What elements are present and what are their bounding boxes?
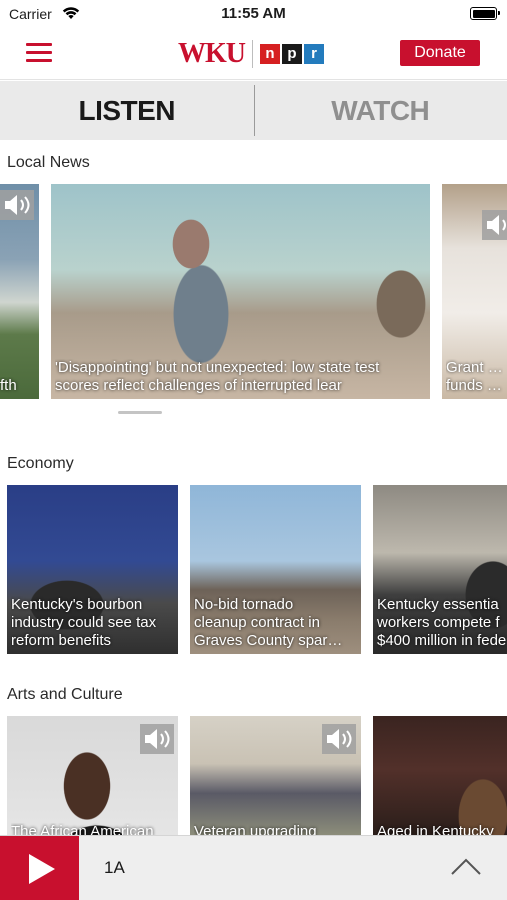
section-title-local-news: Local News [7, 154, 90, 171]
story-caption: fth [0, 377, 17, 394]
station-logo: WKU n p r [178, 38, 324, 70]
story-card-featured[interactable]: 'Disappointing' but not unexpected: low … [51, 184, 430, 399]
audio-icon [140, 724, 174, 754]
section-title-arts-culture: Arts and Culture [7, 686, 123, 703]
status-time: 11:55 AM [221, 5, 286, 22]
story-card[interactable]: Aged in Kentucky [373, 716, 507, 835]
carousel-indicator [118, 411, 162, 414]
battery-icon [470, 7, 500, 20]
story-card[interactable]: Kentucky essentia workers compete f $400… [373, 485, 507, 654]
audio-icon [0, 190, 34, 220]
play-icon [29, 854, 55, 884]
section-title-economy: Economy [7, 455, 74, 472]
app-header: WKU n p r Donate [0, 28, 507, 80]
story-card[interactable]: Grant ap funds are [442, 184, 507, 399]
story-caption: Kentucky's bourbon industry could see ta… [11, 596, 157, 649]
npr-logo: n p r [260, 44, 324, 64]
story-caption: No-bid tornado cleanup contract in Grave… [194, 596, 343, 649]
story-caption: Kentucky essentia workers compete f $400… [377, 596, 507, 649]
story-card[interactable]: Kentucky's bourbon industry could see ta… [7, 485, 178, 654]
audio-player-bar: 1A [0, 835, 507, 900]
story-caption: Aged in Kentucky [377, 823, 494, 835]
story-caption: Grant ap funds are [446, 359, 503, 394]
tab-listen[interactable]: LISTEN [0, 81, 254, 140]
chevron-up-icon[interactable] [451, 856, 481, 876]
story-caption: The African American [11, 823, 154, 835]
donate-button[interactable]: Donate [400, 40, 480, 66]
wku-logo: WKU [178, 38, 246, 69]
story-caption: Veteran upgrading [194, 823, 317, 835]
story-card[interactable]: The African American [7, 716, 178, 835]
now-playing-title[interactable]: 1A [104, 858, 125, 878]
status-bar: Carrier 11:55 AM [0, 0, 507, 28]
listen-watch-tabs: LISTEN WATCH [0, 81, 507, 140]
audio-icon [322, 724, 356, 754]
story-caption: 'Disappointing' but not unexpected: low … [55, 359, 380, 394]
story-card[interactable]: Veteran upgrading [190, 716, 361, 835]
menu-icon[interactable] [26, 43, 52, 63]
story-card[interactable]: No-bid tornado cleanup contract in Grave… [190, 485, 361, 654]
play-button[interactable] [0, 836, 79, 900]
audio-icon [482, 210, 507, 240]
story-card[interactable]: fth [0, 184, 39, 399]
tab-watch[interactable]: WATCH [254, 81, 507, 140]
